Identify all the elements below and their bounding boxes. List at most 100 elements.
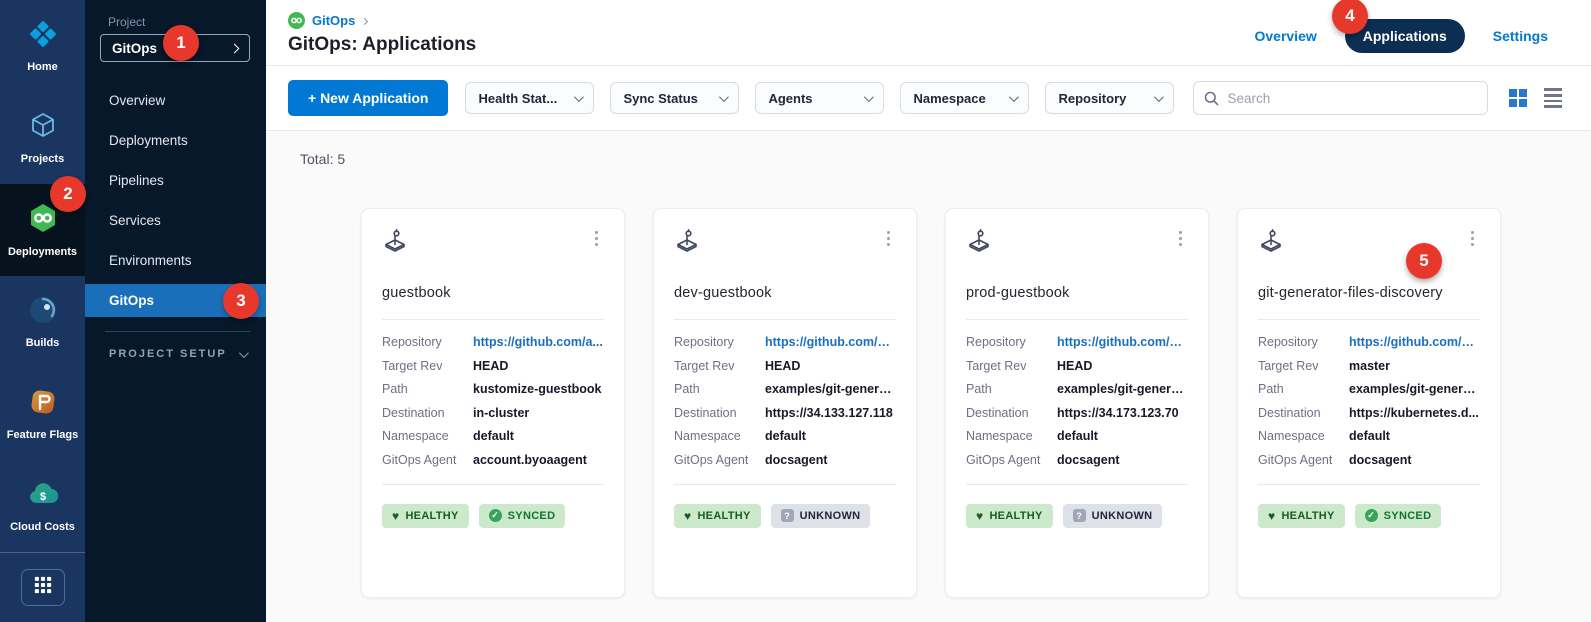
nav-item-overview[interactable]: Overview [85, 80, 266, 120]
field-label: Path [382, 382, 473, 396]
module-label: Deployments [8, 246, 77, 259]
heart-icon: ♥ [684, 510, 691, 522]
search-box [1193, 81, 1488, 115]
badge-label: SYNCED [1384, 510, 1432, 522]
module-label: Builds [26, 337, 60, 350]
application-card[interactable]: git-generator-files-discoveryRepositoryh… [1237, 208, 1501, 598]
sidebar-item-home[interactable]: Home [0, 0, 85, 92]
badge-label: HEALTHY [405, 510, 458, 522]
search-input[interactable] [1227, 91, 1477, 106]
page-title: GitOps: Applications [288, 34, 476, 56]
new-application-button[interactable]: + New Application [288, 80, 448, 116]
field-row: Pathexamples/git-genera... [966, 382, 1188, 396]
repository-link[interactable]: https://github.com/a... [473, 335, 604, 349]
sidebar-item-builds[interactable]: Builds [0, 276, 85, 368]
cloud-costs-icon: $ [27, 479, 59, 514]
field-value: account.byoaagent [473, 453, 604, 467]
nav-item-services[interactable]: Services [85, 200, 266, 240]
chevron-down-icon [574, 92, 584, 102]
field-value: default [473, 429, 604, 443]
field-row: Destinationhttps://34.133.127.118 [674, 406, 896, 420]
argo-application-icon [674, 227, 700, 258]
repository-link[interactable]: https://github.com/m... [1057, 335, 1188, 349]
chevron-down-icon [864, 92, 874, 102]
application-name: prod-guestbook [966, 285, 1188, 301]
badge-label: HEALTHY [989, 510, 1042, 522]
sync-status-filter[interactable]: Sync Status [610, 82, 739, 114]
kebab-menu-icon[interactable] [1173, 227, 1188, 250]
field-label: Destination [1258, 406, 1349, 420]
health-status-badge: ♥HEALTHY [1258, 504, 1345, 528]
field-value: default [765, 429, 896, 443]
chevron-down-icon [1154, 92, 1164, 102]
field-label: Target Rev [382, 359, 473, 373]
total-count: Total: 5 [300, 151, 345, 167]
status-badges: ♥HEALTHY?UNKNOWN [966, 504, 1188, 528]
application-name: guestbook [382, 285, 604, 301]
status-badges: ♥HEALTHY✓SYNCED [382, 504, 604, 528]
list-view-icon[interactable] [1544, 88, 1562, 107]
field-value: examples/git-genera... [1057, 382, 1188, 396]
module-label: Cloud Costs [10, 521, 75, 534]
breadcrumb-link-gitops[interactable]: GitOps [312, 13, 355, 28]
application-card[interactable]: dev-guestbook Repositoryhttps://github.co… [653, 208, 917, 598]
health-status-badge: ♥HEALTHY [382, 504, 469, 528]
field-row: Namespacedefault [1258, 429, 1480, 443]
field-label: Repository [382, 335, 473, 349]
field-value: https://34.173.123.70 [1057, 406, 1188, 420]
tab-overview[interactable]: Overview [1254, 28, 1316, 44]
sidebar-item-projects[interactable]: Projects [0, 92, 85, 184]
field-label: GitOps Agent [674, 453, 765, 467]
module-nav: Home Projects Deployments Builds Feature… [0, 0, 85, 622]
kebab-menu-icon[interactable] [1465, 227, 1480, 250]
badge-label: UNKNOWN [1092, 510, 1153, 522]
application-name: dev-guestbook [674, 285, 896, 301]
field-value: master [1349, 359, 1480, 373]
repository-link[interactable]: https://github.com/m... [765, 335, 896, 349]
repository-link[interactable]: https://github.com/m... [1349, 335, 1480, 349]
grid-view-icon[interactable] [1509, 89, 1527, 107]
field-row: Repositoryhttps://github.com/m... [1258, 335, 1480, 349]
field-label: Destination [966, 406, 1057, 420]
repository-filter[interactable]: Repository [1045, 82, 1174, 114]
projects-icon [28, 111, 58, 146]
check-circle-icon: ✓ [489, 509, 502, 522]
sidebar-item-feature-flags[interactable]: Feature Flags [0, 368, 85, 460]
application-card[interactable]: prod-guestbookRepositoryhttps://github.c… [945, 208, 1209, 598]
question-mark-icon: ? [1073, 509, 1086, 522]
argo-application-icon [966, 227, 992, 258]
application-cards-row: guestbook Repositoryhttps://github.com/a.… [361, 208, 1501, 598]
kebab-menu-icon[interactable] [589, 227, 604, 250]
agents-filter[interactable]: Agents [755, 82, 884, 114]
field-value: docsagent [1349, 453, 1480, 467]
field-row: Repositoryhttps://github.com/m... [674, 335, 896, 349]
namespace-filter[interactable]: Namespace [900, 82, 1029, 114]
apps-grid-button[interactable] [21, 569, 65, 606]
field-label: GitOps Agent [966, 453, 1057, 467]
nav-item-pipelines[interactable]: Pipelines [85, 160, 266, 200]
field-row: Target RevHEAD [966, 359, 1188, 373]
nav-item-deployments[interactable]: Deployments [85, 120, 266, 160]
field-label: GitOps Agent [1258, 453, 1349, 467]
field-label: Destination [674, 406, 765, 420]
header-tabs: Overview Applications Settings [1254, 19, 1548, 53]
page-header: GitOps GitOps: Applications Overview App… [266, 0, 1591, 66]
chevron-right-icon [230, 43, 240, 53]
nav-item-environments[interactable]: Environments [85, 240, 266, 280]
project-setup-toggle[interactable]: PROJECT SETUP [109, 348, 246, 360]
sidebar-item-cloud-costs[interactable]: $ Cloud Costs [0, 460, 85, 552]
kebab-menu-icon[interactable] [881, 227, 896, 250]
tab-settings[interactable]: Settings [1493, 28, 1548, 44]
field-row: Repositoryhttps://github.com/a... [382, 335, 604, 349]
application-card[interactable]: guestbook Repositoryhttps://github.com/a.… [361, 208, 625, 598]
health-status-filter[interactable]: Health Stat... [465, 82, 594, 114]
status-badges: ♥HEALTHY✓SYNCED [1258, 504, 1480, 528]
field-value: HEAD [473, 359, 604, 373]
field-row: Target RevHEAD [382, 359, 604, 373]
field-label: Target Rev [966, 359, 1057, 373]
sync-status-badge: ?UNKNOWN [771, 504, 871, 528]
deployments-icon [27, 202, 59, 239]
field-value: docsagent [765, 453, 896, 467]
badge-label: UNKNOWN [800, 510, 861, 522]
field-value: examples/git-genera... [765, 382, 896, 396]
